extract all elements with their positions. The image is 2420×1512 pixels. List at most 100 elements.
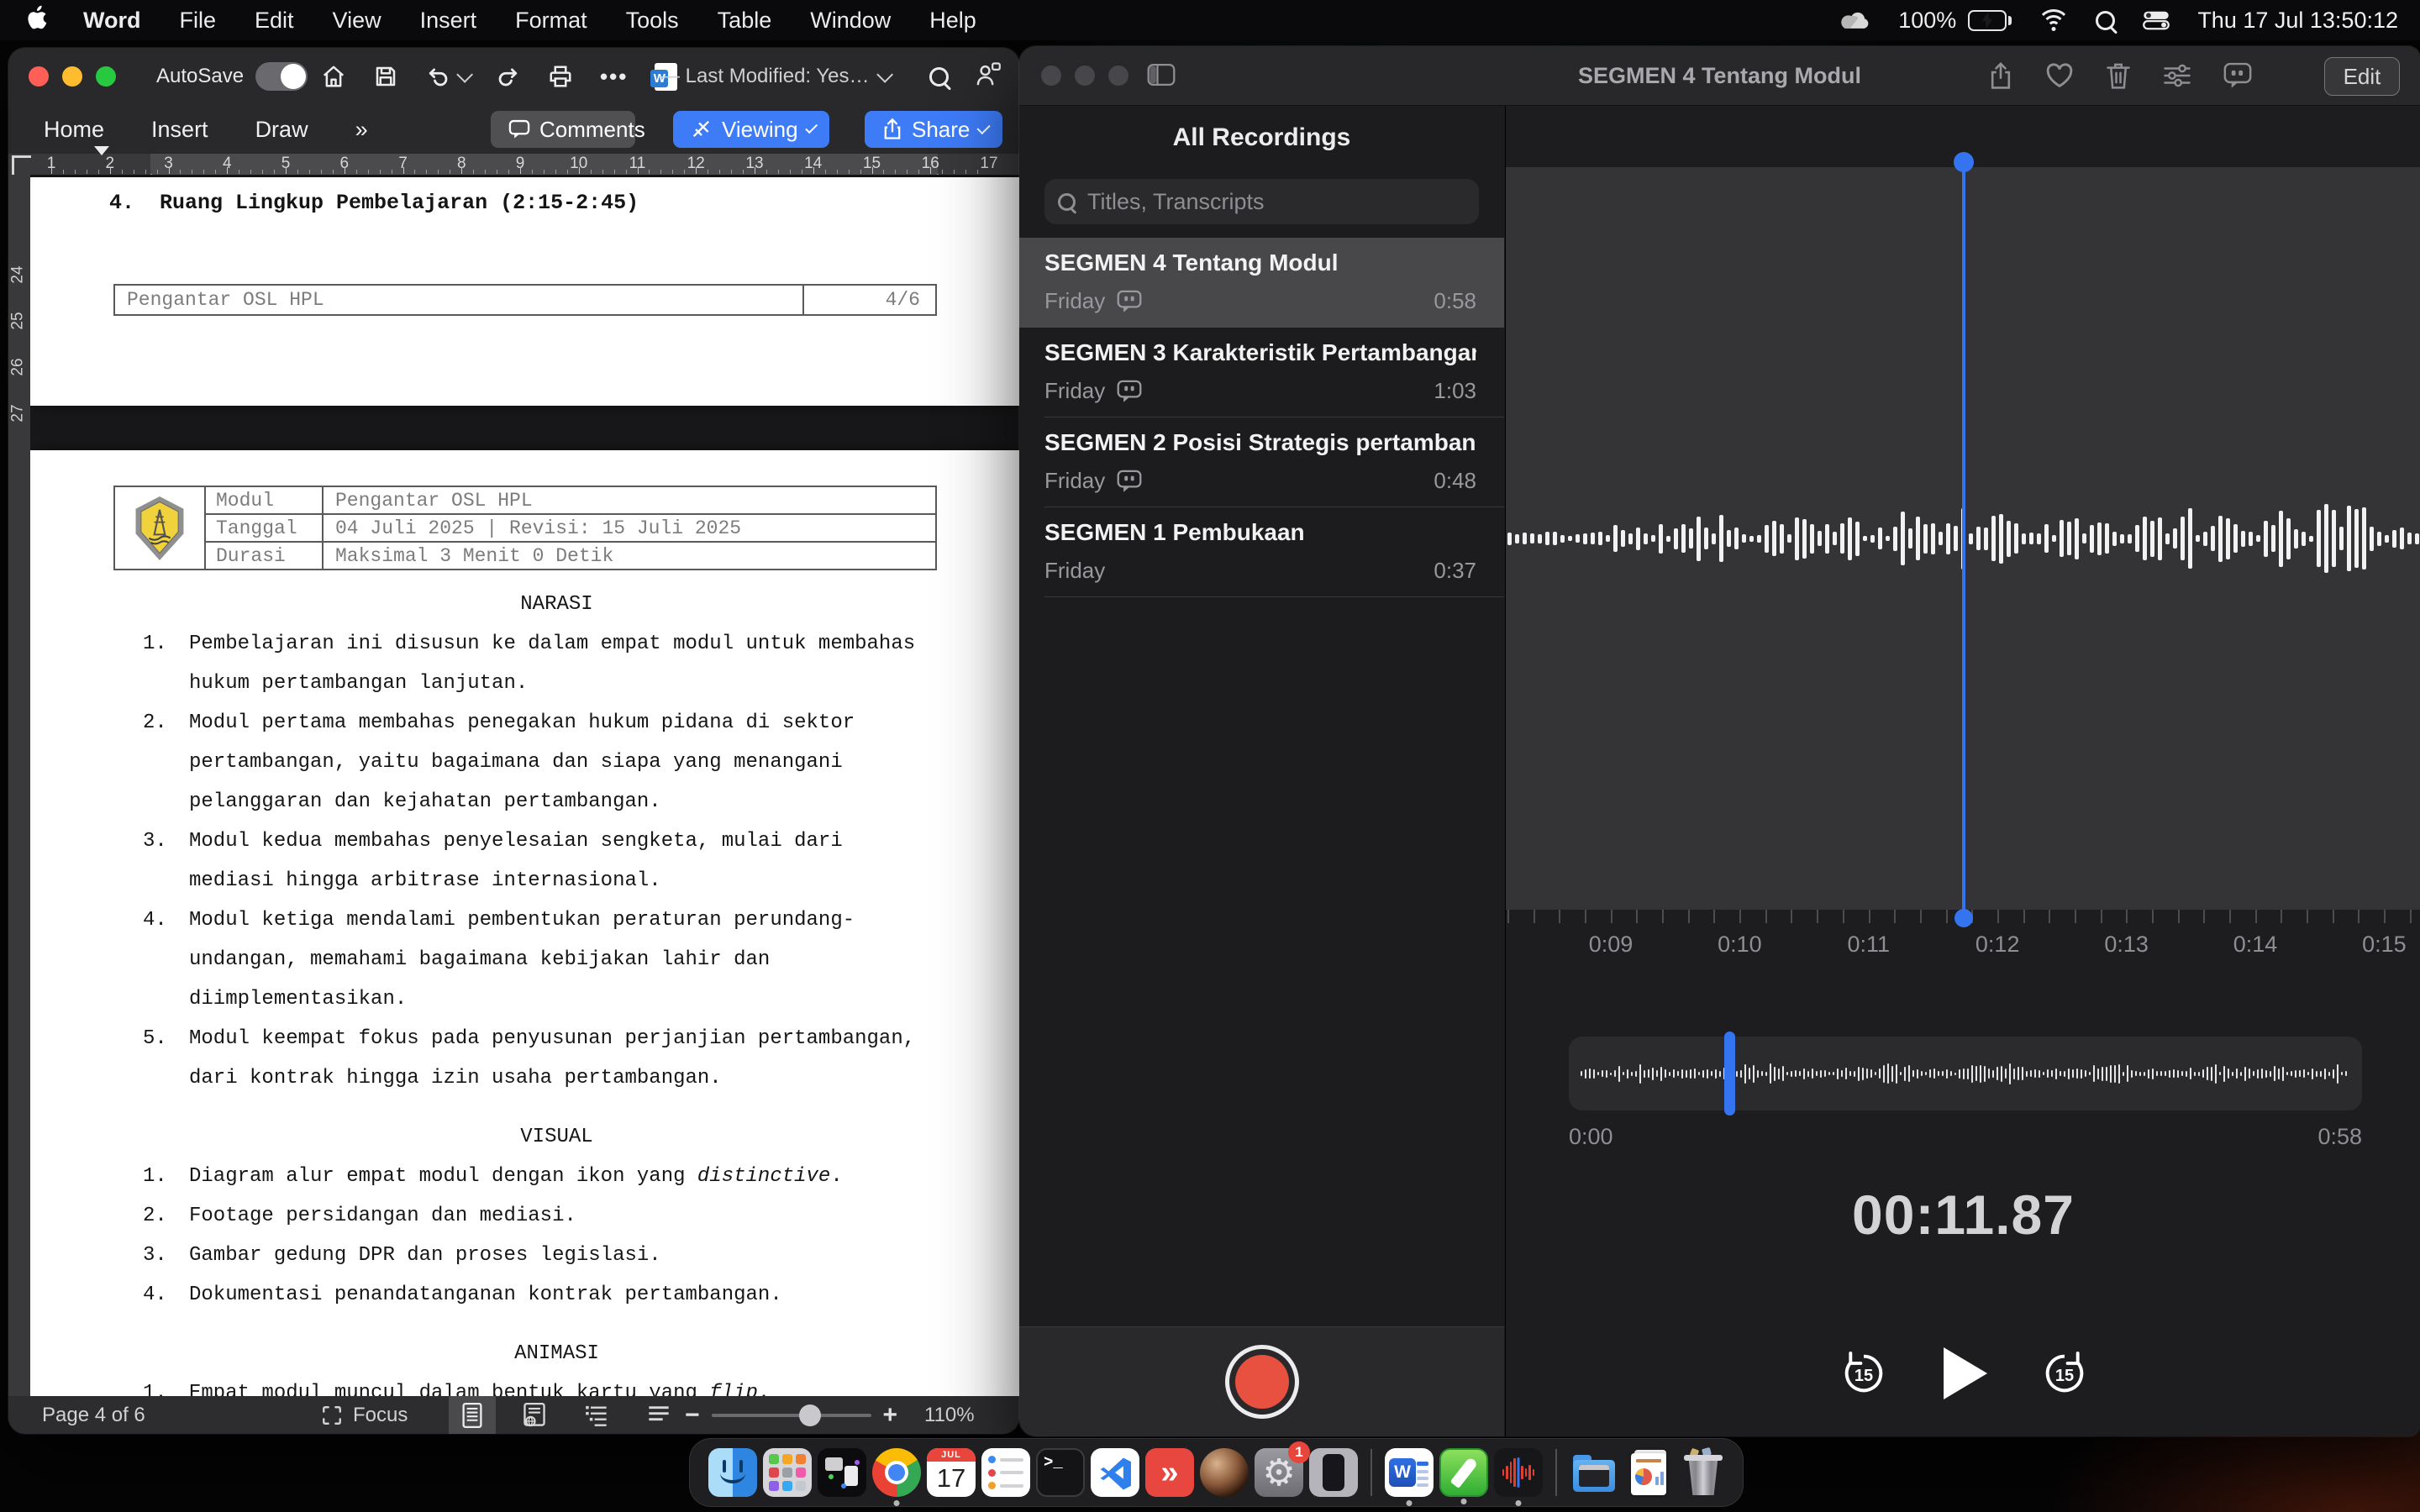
word-search-icon[interactable]: [929, 67, 949, 87]
battery-status[interactable]: 100%: [1898, 8, 2012, 34]
dock-icon-calendar[interactable]: JUL17: [927, 1448, 976, 1497]
dock-icon-word[interactable]: W: [1385, 1448, 1434, 1497]
undo-chevron-icon[interactable]: [456, 66, 473, 83]
right-indent-marker[interactable]: [930, 156, 945, 175]
dock-icon-terminal[interactable]: >_: [1036, 1448, 1085, 1497]
vertical-ruler[interactable]: 24252627: [8, 175, 30, 1396]
dock-icon-settings[interactable]: ⚙1: [1255, 1448, 1303, 1497]
left-indent-marker[interactable]: [144, 156, 159, 175]
esdm-logo: [115, 487, 206, 569]
autosave-toggle[interactable]: [255, 62, 308, 91]
spotlight-search-icon[interactable]: [2096, 11, 2115, 30]
zoom-percent-label[interactable]: 110%: [924, 1396, 975, 1434]
dock-icon-finder[interactable]: [708, 1448, 757, 1497]
playhead-line[interactable]: [1962, 167, 1965, 910]
recording-item[interactable]: SEGMEN 4 Tentang ModulFriday0:58: [1019, 238, 1504, 328]
overview-scrubber[interactable]: [1569, 1037, 2362, 1110]
ribbon-tab-draw[interactable]: Draw: [255, 117, 308, 143]
comments-button[interactable]: Comments: [491, 111, 635, 148]
skip-back-15-button[interactable]: 15: [1840, 1350, 1887, 1397]
dock-icon-trash[interactable]: [1679, 1448, 1728, 1497]
home-icon[interactable]: [321, 64, 346, 89]
scrubber-playhead-pill[interactable]: [1724, 1032, 1735, 1116]
page-indicator[interactable]: Page 4 of 6: [42, 1396, 145, 1434]
zoom-out-button[interactable]: −: [685, 1401, 700, 1430]
launchpad-grid-icon[interactable]: [1787, 8, 1812, 33]
minimize-button[interactable]: [62, 66, 82, 87]
menu-tools[interactable]: Tools: [626, 8, 679, 34]
document-page-2[interactable]: ModulPengantar OSL HPLTanggal04 Juli 202…: [30, 450, 1019, 1396]
menu-file[interactable]: File: [180, 8, 217, 34]
dock-icon-downloads-folder[interactable]: [1570, 1448, 1618, 1497]
undo-button[interactable]: [425, 64, 469, 89]
search-field[interactable]: [1044, 179, 1479, 224]
dock-icon-vscode[interactable]: [1091, 1448, 1139, 1497]
wifi-icon[interactable]: [2039, 9, 2069, 31]
last-modified-label[interactable]: — Last Modified: Yes…: [660, 65, 869, 88]
ribbon-tab-home[interactable]: Home: [44, 117, 104, 143]
onedrive-cloud-icon[interactable]: [1839, 9, 1871, 31]
delete-trash-icon[interactable]: [2106, 61, 2131, 90]
menu-clock[interactable]: Thu 17 Jul 13:50:12: [2197, 8, 2398, 34]
apple-icon[interactable]: [25, 4, 48, 37]
menu-edit[interactable]: Edit: [255, 8, 294, 34]
edit-button[interactable]: Edit: [2324, 57, 2400, 96]
redo-button[interactable]: [496, 64, 521, 89]
print-icon[interactable]: [548, 64, 573, 89]
favorite-heart-icon[interactable]: [2045, 62, 2074, 89]
dock-icon-voice-memos[interactable]: [1494, 1448, 1543, 1497]
zoom-button[interactable]: [96, 66, 116, 87]
dock-icon-planet[interactable]: [1200, 1448, 1249, 1497]
dock-icon-pencil-app[interactable]: [1439, 1448, 1488, 1497]
web-layout-view-button[interactable]: [511, 1396, 558, 1434]
menu-window[interactable]: Window: [810, 8, 891, 34]
share-people-icon[interactable]: [974, 61, 1001, 92]
zoom-slider-knob[interactable]: [799, 1404, 821, 1426]
recording-item[interactable]: SEGMEN 1 PembukaanFriday0:37: [1019, 507, 1504, 597]
dock-icon-iphone-mirroring[interactable]: [1309, 1448, 1358, 1497]
doc-list-line: 2.Modul pertama membahas penegakan hukum…: [143, 703, 971, 743]
focus-button[interactable]: Focus: [321, 1396, 408, 1434]
menu-format[interactable]: Format: [515, 8, 587, 34]
menu-view[interactable]: View: [333, 8, 381, 34]
dock-icon-spaces[interactable]: [818, 1448, 866, 1497]
playhead-drop-handle[interactable]: [1954, 909, 1973, 927]
ribbon-tab-insert[interactable]: Insert: [151, 117, 208, 143]
draft-view-button[interactable]: [635, 1396, 682, 1434]
dock-icon-reminders[interactable]: [981, 1448, 1030, 1497]
dock-icon-red-app[interactable]: »: [1145, 1448, 1194, 1497]
transcript-icon[interactable]: [2223, 62, 2252, 89]
recording-item[interactable]: SEGMEN 3 Karakteristik PertambanganFrida…: [1019, 328, 1504, 417]
outline-view-button[interactable]: [573, 1396, 620, 1434]
record-button[interactable]: [1225, 1345, 1299, 1419]
share-button[interactable]: Share: [865, 111, 1002, 148]
more-commands-icon[interactable]: •••: [600, 64, 628, 90]
menu-table[interactable]: Table: [718, 8, 772, 34]
horizontal-ruler[interactable]: 1234567891011121314151617: [8, 154, 1019, 175]
menu-insert[interactable]: Insert: [420, 8, 477, 34]
search-input[interactable]: [1086, 188, 1465, 216]
playback-settings-icon[interactable]: [2163, 63, 2191, 88]
skip-forward-15-button[interactable]: 15: [2041, 1350, 2088, 1397]
tab-stop-selector[interactable]: [12, 155, 31, 175]
zoom-in-button[interactable]: +: [883, 1401, 898, 1430]
ribbon-overflow-chevrons[interactable]: »: [355, 117, 368, 143]
close-button[interactable]: [29, 66, 49, 87]
print-layout-view-button[interactable]: [449, 1396, 496, 1434]
document-page-1[interactable]: 4. Ruang Lingkup Pembelajaran (2:15-2:45…: [30, 177, 1019, 406]
dock-icon-launchpad[interactable]: [763, 1448, 812, 1497]
last-modified-chevron-icon[interactable]: [877, 66, 894, 83]
recording-item[interactable]: SEGMEN 2 Posisi Strategis pertambanganFr…: [1019, 417, 1504, 507]
menu-word[interactable]: Word: [83, 8, 141, 34]
running-indicator: [1461, 1499, 1467, 1504]
share-icon[interactable]: [1988, 61, 2013, 90]
zoom-slider[interactable]: [712, 1414, 871, 1417]
viewing-button[interactable]: Viewing: [673, 111, 829, 148]
menu-help[interactable]: Help: [929, 8, 976, 34]
control-center-icon[interactable]: [2142, 9, 2170, 31]
first-line-indent-marker[interactable]: [94, 155, 109, 174]
play-button[interactable]: [1944, 1347, 1987, 1399]
dock-icon-chrome[interactable]: [872, 1448, 921, 1497]
save-icon[interactable]: [373, 64, 398, 89]
dock-icon-documents[interactable]: [1624, 1448, 1673, 1497]
